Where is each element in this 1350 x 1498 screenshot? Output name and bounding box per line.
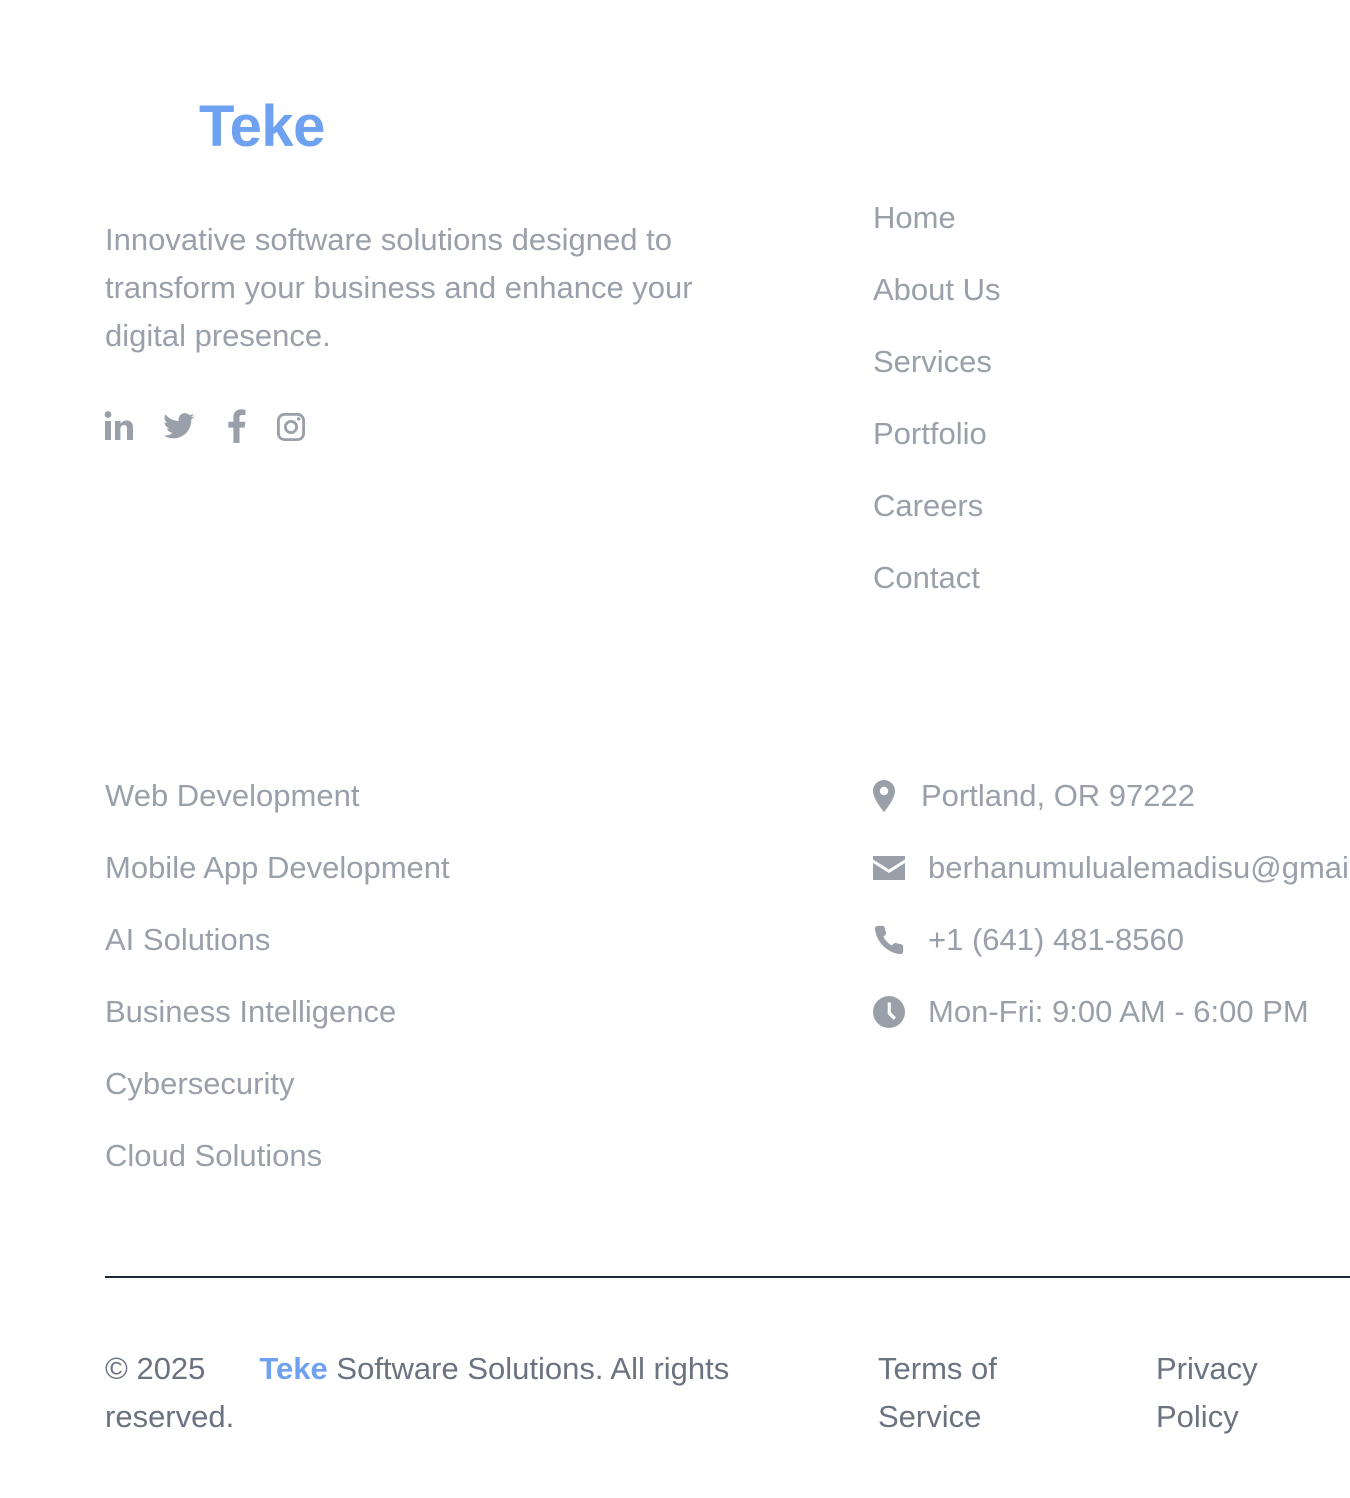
terms-of-service-link[interactable]: Terms of Service [878, 1345, 1028, 1441]
nav-link-services[interactable]: Services [873, 344, 1001, 416]
contact-address-text: Portland, OR 97222 [921, 778, 1196, 813]
phone-icon [874, 925, 904, 955]
services-list: Web Development Mobile App Development A… [105, 778, 450, 1210]
contact-phone-link[interactable]: +1 (641) 481-8560 [928, 922, 1184, 958]
copyright-text: © 2025 Teke Software Solutions. All right… [105, 1345, 795, 1441]
privacy-policy-link[interactable]: Privacy Policy [1156, 1345, 1286, 1441]
social-links [104, 409, 334, 443]
contact-hours-text: Mon-Fri: 9:00 AM - 6:00 PM [928, 994, 1309, 1029]
contact-item-phone: +1 (641) 481-8560 [872, 922, 1350, 994]
nav-link-contact[interactable]: Contact [873, 560, 1001, 632]
brand-logo[interactable]: Teke [199, 98, 325, 156]
service-link-mobile-app-development[interactable]: Mobile App Development [105, 850, 450, 922]
brand-tagline: Innovative software solutions designed t… [105, 222, 693, 353]
footer-divider [105, 1276, 1350, 1278]
service-link-cloud-solutions[interactable]: Cloud Solutions [105, 1138, 450, 1210]
service-link-ai-solutions[interactable]: AI Solutions [105, 922, 450, 994]
clock-icon [873, 996, 905, 1028]
service-link-business-intelligence[interactable]: Business Intelligence [105, 994, 450, 1066]
copyright-year: © 2025 [105, 1351, 206, 1386]
linkedin-icon [104, 411, 133, 440]
linkedin-link[interactable] [104, 409, 134, 443]
instagram-link[interactable] [276, 409, 306, 443]
footer-page: Teke Innovative software solutions desig… [0, 0, 1350, 1498]
contact-email-link[interactable]: berhanumulualemadisu@gmail.com [928, 850, 1350, 886]
contact-item-email: berhanumulualemadisu@gmail.com [872, 850, 1350, 922]
instagram-icon [277, 413, 305, 441]
nav-link-portfolio[interactable]: Portfolio [873, 416, 1001, 488]
service-link-web-development[interactable]: Web Development [105, 778, 450, 850]
contact-item-hours: Mon-Fri: 9:00 AM - 6:00 PM [872, 994, 1350, 1066]
facebook-link[interactable] [224, 409, 248, 443]
twitter-link[interactable] [162, 409, 196, 443]
facebook-icon [228, 409, 246, 443]
contact-info: Portland, OR 97222 berhanumulualemadisu@… [872, 778, 1350, 1066]
envelope-icon [873, 856, 905, 880]
twitter-icon [163, 413, 195, 439]
copyright-brand: Teke [259, 1351, 328, 1386]
nav-link-about-us[interactable]: About Us [873, 272, 1001, 344]
footer-nav: Home About Us Services Portfolio Careers… [873, 200, 1001, 632]
contact-item-address: Portland, OR 97222 [872, 778, 1350, 850]
service-link-cybersecurity[interactable]: Cybersecurity [105, 1066, 450, 1138]
nav-link-home[interactable]: Home [873, 200, 1001, 272]
map-pin-icon [873, 780, 895, 812]
nav-link-careers[interactable]: Careers [873, 488, 1001, 560]
